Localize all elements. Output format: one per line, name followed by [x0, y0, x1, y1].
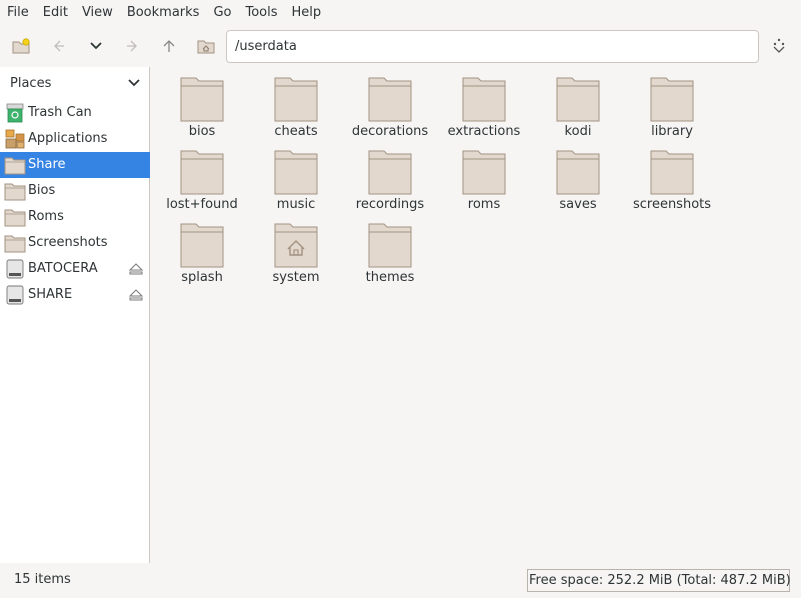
sidebar-item-screenshots[interactable]: Screenshots [0, 230, 150, 256]
folder-label: music [276, 197, 316, 212]
folder-item[interactable]: bios [155, 69, 249, 142]
menu-help[interactable]: Help [285, 0, 329, 25]
folder-label: screenshots [632, 197, 712, 212]
statusbar: 15 items Free space: 252.2 MiB (Total: 4… [0, 563, 801, 598]
chevron-down-icon[interactable] [128, 78, 140, 88]
item-count: 15 items [14, 572, 71, 587]
forward-icon[interactable] [119, 33, 145, 59]
folder-icon [556, 77, 600, 122]
folder-icon [274, 150, 318, 195]
folder-label: system [272, 270, 320, 285]
folder-label: decorations [351, 124, 429, 139]
sidebar-item-label: Bios [28, 183, 56, 198]
folder-item[interactable]: roms [437, 142, 531, 215]
new-folder-icon[interactable] [8, 33, 34, 59]
folder-item[interactable]: themes [343, 215, 437, 288]
folder-icon [368, 223, 412, 268]
free-space-indicator: Free space: 252.2 MiB (Total: 487.2 MiB) [527, 569, 791, 592]
folder-icon [556, 150, 600, 195]
sidebar-item-applications[interactable]: Applications [0, 126, 150, 152]
folder-icon [650, 150, 694, 195]
menubar: File Edit View Bookmarks Go Tools Help [0, 0, 801, 25]
sidebar-item-label: Screenshots [28, 235, 108, 250]
folder-icon [368, 150, 412, 195]
folder-label: extractions [447, 124, 521, 139]
folder-item[interactable]: cheats [249, 69, 343, 142]
sidebar-item-label: Applications [28, 131, 108, 146]
folder-label: splash [181, 270, 223, 285]
folder-icon [4, 209, 26, 227]
folder-label: roms [467, 197, 501, 212]
folder-label: saves [559, 197, 597, 212]
sidebar-item-label: BATOCERA [28, 261, 98, 276]
menu-file[interactable]: File [0, 0, 36, 25]
folder-label: cheats [274, 124, 318, 139]
folder-label: themes [365, 270, 415, 285]
compact-view-icon[interactable] [766, 33, 792, 59]
folder-icon [462, 150, 506, 195]
toolbar: /userdata [0, 25, 801, 67]
drive-icon [6, 259, 24, 279]
folder-icon [4, 235, 26, 253]
folder-item[interactable]: saves [531, 142, 625, 215]
up-icon[interactable] [156, 33, 182, 59]
sidebar-item-label: SHARE [28, 287, 73, 302]
places-sidebar: Places Trash Can Applications Share Bios… [0, 67, 150, 563]
folder-label: kodi [564, 124, 592, 139]
menu-view[interactable]: View [75, 0, 120, 25]
folder-item[interactable]: recordings [343, 142, 437, 215]
folder-label: lost+found [166, 197, 238, 212]
folder-icon [4, 183, 26, 201]
folder-icon [180, 77, 224, 122]
sidebar-item-label: Roms [28, 209, 64, 224]
home-folder-icon [274, 223, 318, 268]
history-dropdown-icon[interactable] [83, 33, 109, 59]
sidebar-item-share-drive[interactable]: SHARE [0, 282, 150, 308]
file-view[interactable]: bios cheats decorations extractions kodi libr… [151, 67, 801, 563]
folder-item[interactable]: decorations [343, 69, 437, 142]
trash-can-icon [6, 103, 24, 123]
folder-label: recordings [355, 197, 425, 212]
home-icon[interactable] [193, 33, 219, 59]
folder-label: bios [188, 124, 216, 139]
applications-icon [5, 129, 25, 149]
menu-bookmarks[interactable]: Bookmarks [120, 0, 207, 25]
folder-label: library [651, 124, 693, 139]
sidebar-item-roms[interactable]: Roms [0, 204, 150, 230]
sidebar-item-label: Share [28, 157, 66, 172]
folder-item[interactable]: kodi [531, 69, 625, 142]
sidebar-item-label: Trash Can [28, 105, 92, 120]
folder-icon [650, 77, 694, 122]
sidebar-item-batocera[interactable]: BATOCERA [0, 256, 150, 282]
menu-tools[interactable]: Tools [238, 0, 284, 25]
folder-icon [180, 150, 224, 195]
folder-item[interactable]: music [249, 142, 343, 215]
menu-edit[interactable]: Edit [36, 0, 75, 25]
places-header[interactable]: Places [0, 67, 150, 100]
back-icon[interactable] [46, 33, 72, 59]
folder-item[interactable]: splash [155, 215, 249, 288]
eject-icon[interactable] [129, 289, 143, 301]
menu-go[interactable]: Go [206, 0, 238, 25]
folder-icon [368, 77, 412, 122]
eject-icon[interactable] [129, 263, 143, 275]
drive-icon [6, 285, 24, 305]
sidebar-item-share[interactable]: Share [0, 152, 150, 178]
sidebar-item-trash-can[interactable]: Trash Can [0, 100, 150, 126]
folder-icon [462, 77, 506, 122]
folder-icon [4, 157, 26, 175]
folder-icon [180, 223, 224, 268]
folder-icon [274, 77, 318, 122]
folder-item[interactable]: extractions [437, 69, 531, 142]
sidebar-item-bios[interactable]: Bios [0, 178, 150, 204]
places-title: Places [10, 76, 52, 91]
folder-item[interactable]: screenshots [625, 142, 719, 215]
folder-item[interactable]: library [625, 69, 719, 142]
folder-item[interactable]: system [249, 215, 343, 288]
path-bar[interactable]: /userdata [226, 30, 759, 63]
folder-item[interactable]: lost+found [155, 142, 249, 215]
